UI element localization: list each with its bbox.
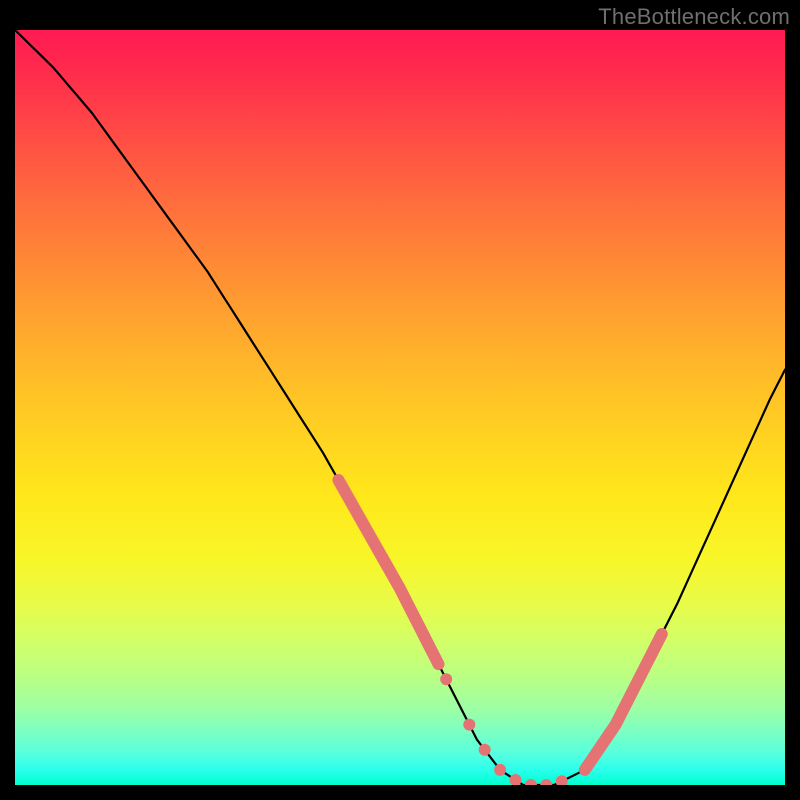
- highlight-dot: [525, 779, 537, 785]
- highlight-dot: [494, 764, 506, 776]
- highlight-dot: [440, 673, 452, 685]
- curve-left-branch: [15, 30, 462, 710]
- highlight-dot: [556, 775, 568, 785]
- curve-right-branch: [569, 370, 785, 778]
- highlight-dot: [479, 744, 491, 756]
- highlight-dot: [510, 774, 522, 785]
- curve-overlay: [15, 30, 785, 785]
- plot-area: [15, 30, 785, 785]
- chart-frame: TheBottleneck.com: [0, 0, 800, 800]
- highlight-valley-dots: [440, 673, 568, 785]
- highlight-dot: [463, 719, 475, 731]
- highlight-right-slope: [585, 634, 662, 770]
- curve-valley-floor: [462, 710, 570, 786]
- highlight-left-slope: [338, 480, 438, 664]
- highlight-dot: [540, 779, 552, 785]
- watermark-text: TheBottleneck.com: [598, 4, 790, 30]
